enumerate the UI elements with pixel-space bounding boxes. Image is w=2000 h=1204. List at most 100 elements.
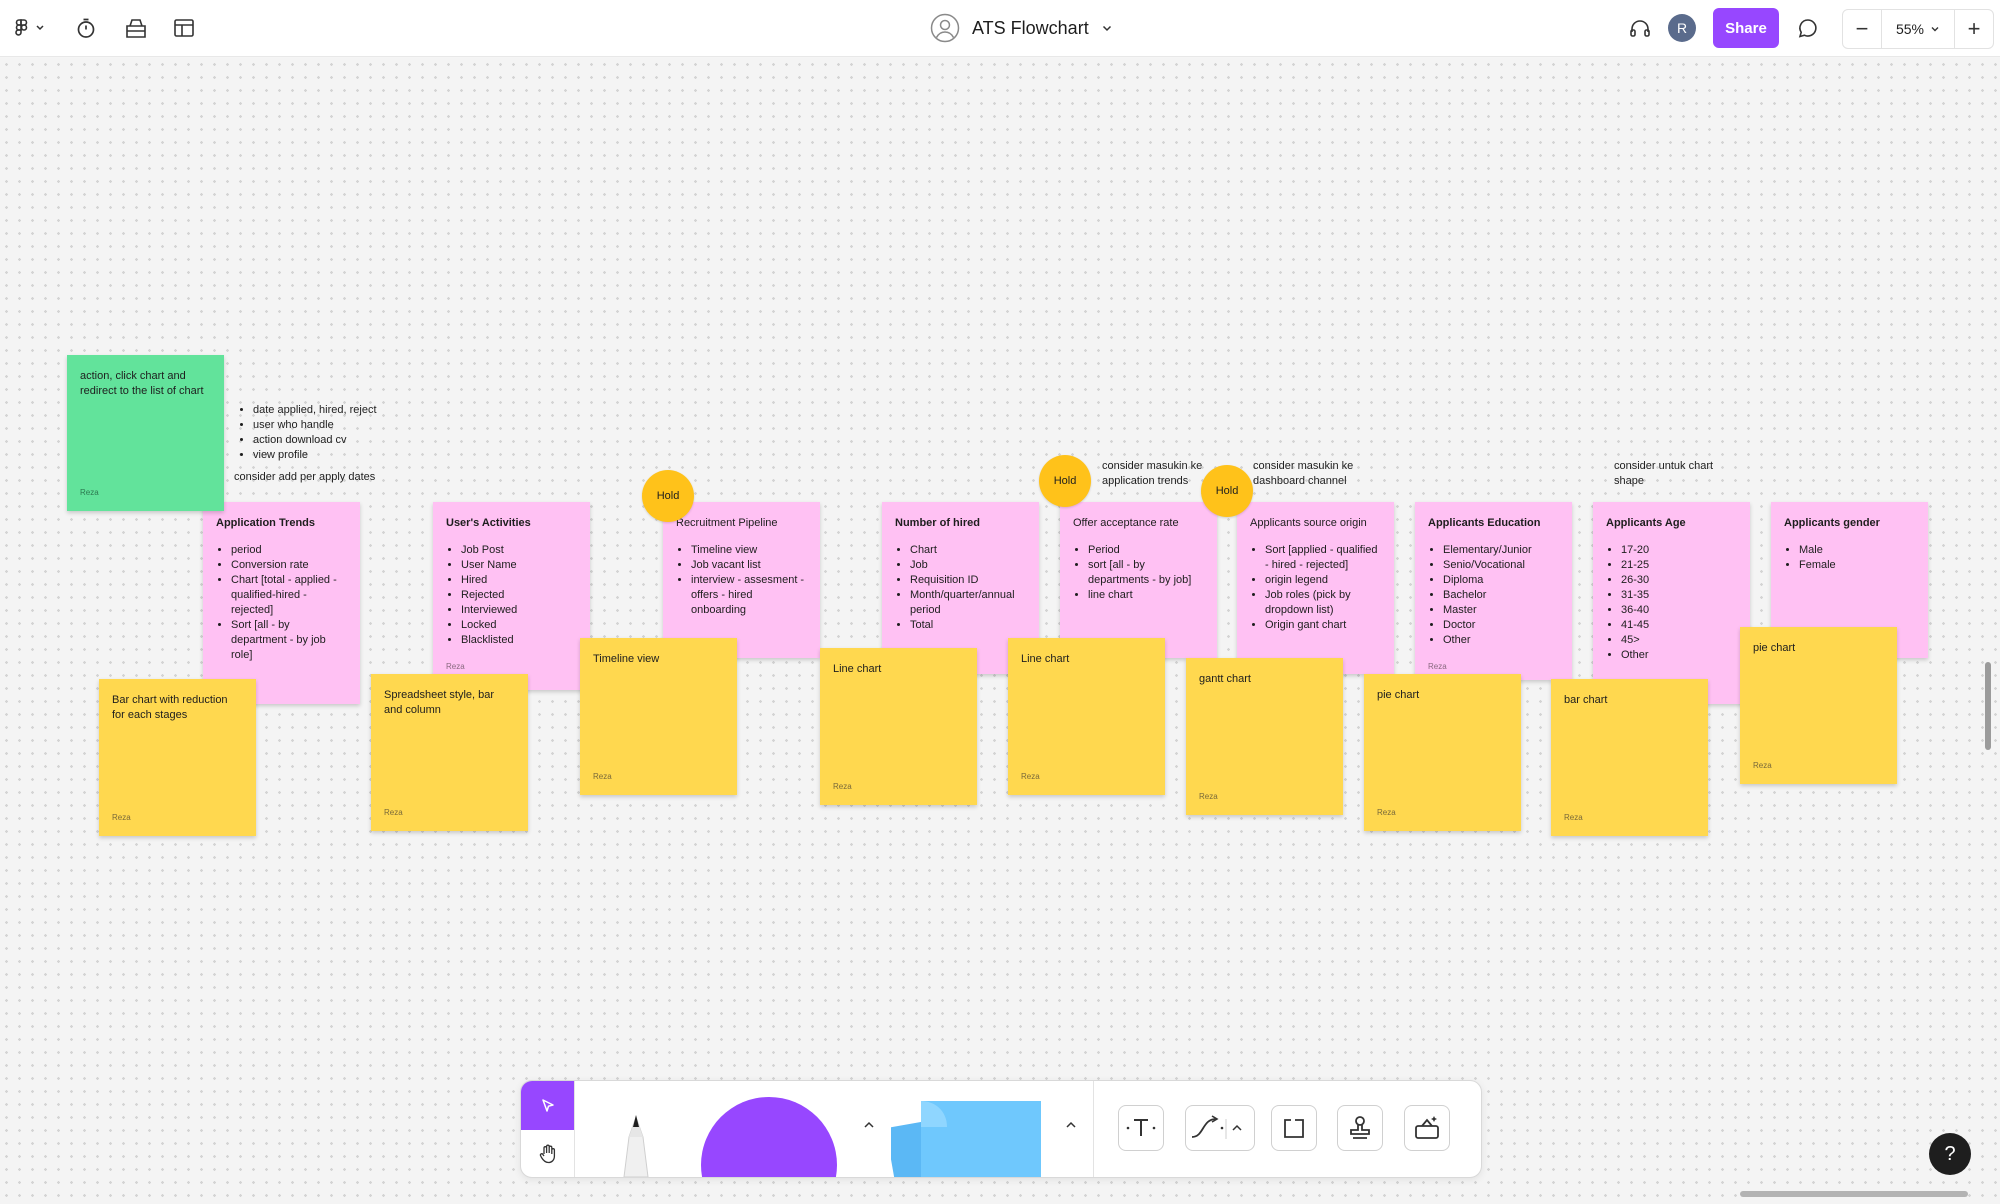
file-title[interactable]: ATS Flowchart	[972, 18, 1089, 39]
list-item: date applied, hired, reject	[253, 403, 377, 418]
sticky-green-action[interactable]: action, click chart and redirect to the …	[67, 355, 224, 511]
note-list: date applied, hired, reject user who han…	[233, 403, 377, 463]
sticky-recruitment-pipeline[interactable]: Recruitment Pipeline Timeline view Job v…	[663, 502, 820, 658]
sticky-application-trends[interactable]: Application Trends period Conversion rat…	[203, 502, 360, 704]
divider	[574, 1081, 575, 1177]
timer-button[interactable]	[72, 12, 100, 44]
file-title-area[interactable]: ATS Flowchart	[930, 12, 1113, 44]
sticky-yellow-pie-chart-2[interactable]: pie chart Reza	[1740, 627, 1897, 784]
note-dashboard-channel[interactable]: consider masukin ke dashboard channel	[1253, 459, 1365, 489]
top-bar: ATS Flowchart R Share − 55% +	[0, 0, 2000, 57]
hand-tool[interactable]	[521, 1130, 574, 1177]
note-chart-shape[interactable]: consider untuk chart shape	[1614, 459, 1726, 489]
zoom-out-button[interactable]: −	[1843, 10, 1881, 48]
sticky-author: Reza	[80, 488, 99, 497]
list-item: Job vacant list	[691, 558, 807, 573]
sticky-text: Bar chart with reduction for each stages	[112, 694, 228, 721]
list-item: Chart	[910, 543, 1026, 558]
list-item: Total	[910, 618, 1026, 633]
comments-button[interactable]	[1794, 12, 1822, 44]
zoom-in-button[interactable]: +	[1955, 10, 1993, 48]
list-item: origin legend	[1265, 573, 1381, 588]
list-item: Sort [all - by department - by job role]	[231, 618, 347, 663]
help-button[interactable]: ?	[1929, 1133, 1971, 1175]
list-item: Month/quarter/annual period	[910, 588, 1026, 618]
sticky-author: Reza	[833, 782, 852, 791]
list-item: Job	[910, 558, 1026, 573]
chevron-down-icon	[1931, 27, 1939, 32]
zoom-level-dropdown[interactable]: 55%	[1881, 10, 1955, 48]
sticky-applicants-education[interactable]: Applicants Education Elementary/Junior S…	[1415, 502, 1572, 680]
hand-icon	[539, 1144, 555, 1163]
note-action-list[interactable]: date applied, hired, reject user who han…	[233, 403, 377, 463]
list-item: Female	[1799, 558, 1915, 573]
list-item: action download cv	[253, 433, 377, 448]
list-item: Conversion rate	[231, 558, 347, 573]
stamp-tool[interactable]	[1337, 1105, 1383, 1151]
main-menu-button[interactable]	[14, 12, 50, 44]
connector-tool[interactable]	[1185, 1105, 1255, 1151]
shape-options-button[interactable]	[857, 1113, 881, 1137]
note-application-trends[interactable]: consider masukin ke application trends	[1102, 459, 1214, 489]
sticky-yellow-bar-chart-reduction[interactable]: Bar chart with reduction for each stages…	[99, 679, 256, 836]
library-icon	[126, 19, 146, 38]
note-apply-dates[interactable]: consider add per apply dates	[234, 470, 375, 485]
shape-tool[interactable]	[701, 1097, 837, 1177]
list-item: line chart	[1088, 588, 1204, 603]
chevron-down-icon[interactable]	[1101, 22, 1113, 34]
list-item: Sort [applied - qualified - hired - reje…	[1265, 543, 1381, 573]
templates-button[interactable]	[170, 12, 198, 44]
list-item: Interviewed	[461, 603, 577, 618]
sticky-author: Reza	[384, 808, 403, 817]
move-tool[interactable]	[521, 1081, 574, 1130]
section-tool[interactable]	[1271, 1105, 1317, 1151]
sticky-text: Line chart	[833, 663, 882, 675]
audio-button[interactable]	[1626, 12, 1654, 44]
sticky-title: Applicants Age	[1606, 517, 1686, 529]
sticky-yellow-bar-chart[interactable]: bar chart Reza	[1551, 679, 1708, 836]
stamp-icon	[1350, 1116, 1370, 1139]
list-item: Hired	[461, 573, 577, 588]
share-button[interactable]: Share	[1713, 8, 1779, 48]
sticky-author: Reza	[593, 772, 612, 781]
sticky-title: Number of hired	[895, 517, 980, 529]
sticky-yellow-spreadsheet[interactable]: Spreadsheet style, bar and column Reza	[371, 674, 528, 831]
sticky-author: Reza	[1199, 792, 1218, 801]
sticky-yellow-line-chart-1[interactable]: Line chart Reza	[820, 648, 977, 805]
library-button[interactable]	[122, 12, 150, 44]
list-item: view profile	[253, 448, 377, 463]
sticky-yellow-timeline-view[interactable]: Timeline view Reza	[580, 638, 737, 795]
sticky-author: Reza	[1564, 813, 1583, 822]
sticky-yellow-pie-chart-1[interactable]: pie chart Reza	[1364, 674, 1521, 831]
vertical-scrollbar[interactable]	[1985, 662, 1991, 750]
sticky-applicants-source-origin[interactable]: Applicants source origin Sort [applied -…	[1237, 502, 1394, 674]
sticky-list: Timeline view Job vacant list interview …	[676, 543, 807, 618]
hold-marker[interactable]: Hold	[1039, 455, 1091, 507]
horizontal-scrollbar[interactable]	[1740, 1191, 1968, 1197]
pen-icon	[623, 1115, 649, 1177]
sticky-tool[interactable]	[891, 1095, 1041, 1177]
list-item: 36-40	[1621, 603, 1737, 618]
headphones-icon	[1630, 20, 1650, 37]
pen-tool[interactable]	[606, 1097, 666, 1177]
avatar[interactable]: R	[1668, 14, 1696, 42]
sticky-yellow-gantt-chart[interactable]: gantt chart Reza	[1186, 658, 1343, 815]
connector-icon	[1191, 1115, 1242, 1139]
hold-marker[interactable]: Hold	[642, 470, 694, 522]
list-item: Bachelor	[1443, 588, 1559, 603]
sticky-applicants-age[interactable]: Applicants Age 17-20 21-25 26-30 31-35 3…	[1593, 502, 1750, 704]
list-item: Period	[1088, 543, 1204, 558]
list-item: user who handle	[253, 418, 377, 433]
list-item: Other	[1443, 633, 1559, 648]
list-item: Blacklisted	[461, 633, 577, 648]
list-item: Job Post	[461, 543, 577, 558]
sticky-options-button[interactable]	[1059, 1113, 1083, 1137]
sticky-list: Job Post User Name Hired Rejected Interv…	[446, 543, 577, 648]
list-item: 45>	[1621, 633, 1737, 648]
more-tools-button[interactable]	[1404, 1105, 1450, 1151]
sticky-yellow-line-chart-2[interactable]: Line chart Reza	[1008, 638, 1165, 795]
sticky-offer-acceptance-rate[interactable]: Offer acceptance rate Period sort [all -…	[1060, 502, 1217, 658]
sticky-title: Application Trends	[216, 517, 316, 529]
sticky-users-activities[interactable]: User's Activities Job Post User Name Hir…	[433, 502, 590, 690]
text-tool[interactable]	[1118, 1105, 1164, 1151]
